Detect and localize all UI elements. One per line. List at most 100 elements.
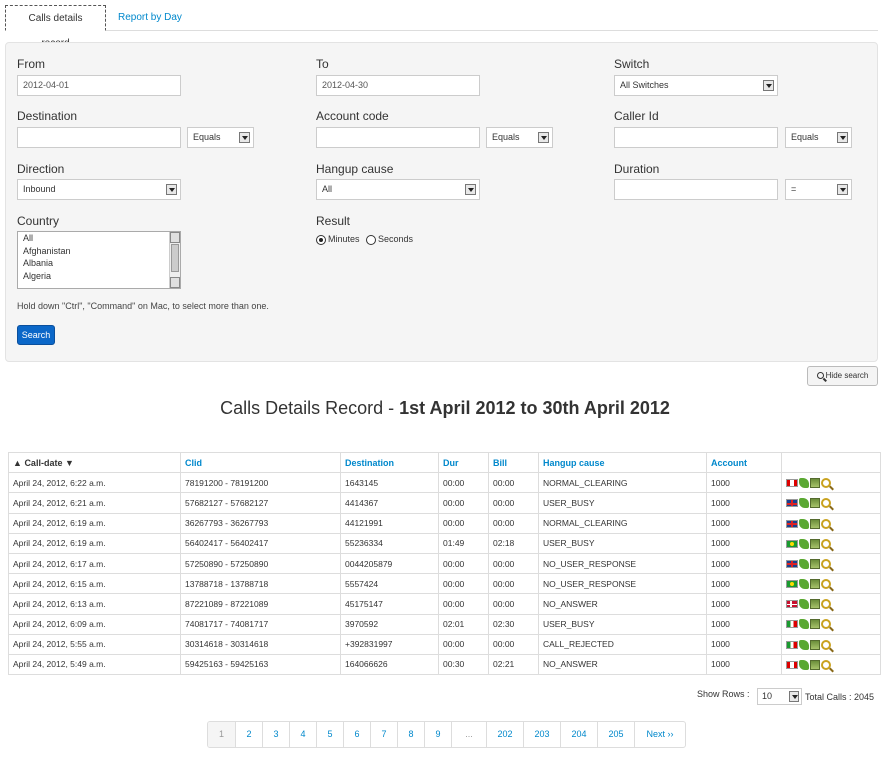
cell-account: 1000 bbox=[706, 633, 782, 655]
account-code-operator-value: Equals bbox=[492, 132, 520, 142]
cell-bill: 00:00 bbox=[488, 512, 539, 534]
result-minutes-radio[interactable]: Minutes bbox=[316, 234, 360, 245]
phone-icon[interactable] bbox=[799, 639, 809, 650]
col-dur[interactable]: Dur bbox=[438, 451, 489, 474]
account-code-operator-select[interactable]: Equals bbox=[486, 127, 553, 148]
to-date-input[interactable]: 2012-04-30 bbox=[316, 75, 480, 96]
country-flag-icon bbox=[786, 479, 798, 488]
from-date-input[interactable]: 2012-04-01 bbox=[17, 75, 181, 96]
billing-icon[interactable] bbox=[810, 659, 820, 670]
show-rows-select[interactable]: 10 bbox=[757, 688, 802, 705]
cell-bill: 02:30 bbox=[488, 613, 539, 635]
cell-bill: 00:00 bbox=[488, 552, 539, 575]
col-account[interactable]: Account bbox=[706, 451, 782, 474]
scroll-thumb[interactable] bbox=[171, 244, 179, 272]
phone-icon[interactable] bbox=[799, 518, 809, 529]
col-call-date[interactable]: ▲ Call-date ▼ bbox=[8, 451, 181, 474]
billing-icon[interactable] bbox=[810, 518, 820, 529]
destination-input[interactable] bbox=[17, 127, 181, 148]
magnifier-icon[interactable] bbox=[821, 659, 831, 670]
billing-icon[interactable] bbox=[810, 599, 820, 610]
table-row: April 24, 2012, 6:17 a.m. 57250890 - 5725… bbox=[8, 552, 881, 575]
country-option[interactable]: Afghanistan bbox=[18, 245, 180, 258]
cell-hangup-cause: NO_ANSWER bbox=[538, 653, 707, 676]
destination-operator-select[interactable]: Equals bbox=[187, 127, 254, 148]
magnifier-icon[interactable] bbox=[821, 478, 831, 489]
pagination-page[interactable]: 205 bbox=[597, 722, 634, 747]
billing-icon[interactable] bbox=[810, 619, 820, 630]
phone-icon[interactable] bbox=[799, 619, 809, 630]
magnifier-icon[interactable] bbox=[821, 579, 831, 590]
cell-clid: 30314618 - 30314618 bbox=[180, 633, 341, 655]
duration-operator-select[interactable]: = bbox=[785, 179, 852, 200]
pagination-page[interactable]: 3 bbox=[262, 722, 289, 747]
cell-call-date: April 24, 2012, 6:13 a.m. bbox=[8, 593, 181, 615]
scroll-up-arrow[interactable] bbox=[170, 232, 180, 243]
col-clid[interactable]: Clid bbox=[180, 451, 341, 474]
tab-report-by-day[interactable]: Report by Day bbox=[109, 5, 191, 31]
radio-checked-icon bbox=[316, 234, 326, 245]
magnifier-icon[interactable] bbox=[821, 498, 831, 509]
cell-account: 1000 bbox=[706, 552, 782, 575]
pagination-page[interactable]: 8 bbox=[397, 722, 424, 747]
phone-icon[interactable] bbox=[799, 478, 809, 489]
caller-id-input[interactable] bbox=[614, 127, 778, 148]
hangup-cause-select[interactable]: All bbox=[316, 179, 480, 200]
caller-id-operator-select[interactable]: Equals bbox=[785, 127, 852, 148]
country-option[interactable]: All bbox=[18, 232, 180, 245]
scroll-down-arrow[interactable] bbox=[170, 277, 180, 288]
pagination-page[interactable]: 204 bbox=[560, 722, 597, 747]
magnifier-icon[interactable] bbox=[821, 538, 831, 549]
tab-calls-details-record[interactable]: Calls details record bbox=[5, 5, 106, 49]
col-destination[interactable]: Destination bbox=[340, 451, 439, 474]
phone-icon[interactable] bbox=[799, 599, 809, 610]
phone-icon[interactable] bbox=[799, 498, 809, 509]
search-button[interactable]: Search bbox=[17, 325, 55, 345]
cell-actions bbox=[781, 552, 881, 575]
phone-icon[interactable] bbox=[799, 558, 809, 569]
pagination-page[interactable]: 9 bbox=[424, 722, 451, 747]
country-scrollbar[interactable] bbox=[169, 232, 180, 288]
show-rows-label: Show Rows : bbox=[697, 689, 750, 699]
magnifier-icon[interactable] bbox=[821, 639, 831, 650]
switch-select[interactable]: All Switches bbox=[614, 75, 778, 96]
billing-icon[interactable] bbox=[810, 498, 820, 509]
cell-destination: +392831997 bbox=[340, 633, 439, 655]
magnifier-icon[interactable] bbox=[821, 619, 831, 630]
col-hangup-cause[interactable]: Hangup cause bbox=[538, 451, 707, 474]
billing-icon[interactable] bbox=[810, 579, 820, 590]
sort-up-icon: ▲ bbox=[13, 457, 22, 468]
result-seconds-radio[interactable]: Seconds bbox=[366, 234, 413, 245]
phone-icon[interactable] bbox=[799, 659, 809, 670]
pagination-page[interactable]: 4 bbox=[289, 722, 316, 747]
magnifier-icon[interactable] bbox=[821, 558, 831, 569]
pagination-page[interactable]: 5 bbox=[316, 722, 343, 747]
pagination-page[interactable]: 1 bbox=[208, 722, 235, 747]
cell-call-date: April 24, 2012, 6:19 a.m. bbox=[8, 512, 181, 534]
pagination-page[interactable]: 6 bbox=[343, 722, 370, 747]
pagination-page[interactable]: 203 bbox=[523, 722, 560, 747]
magnifier-icon[interactable] bbox=[821, 518, 831, 529]
billing-icon[interactable] bbox=[810, 558, 820, 569]
pagination-page[interactable]: 7 bbox=[370, 722, 397, 747]
country-option[interactable]: Albania bbox=[18, 257, 180, 270]
country-option[interactable]: Algeria bbox=[18, 270, 180, 283]
col-bill[interactable]: Bill bbox=[488, 451, 539, 474]
pagination-next[interactable]: Next ›› bbox=[634, 722, 685, 747]
duration-operator-value: = bbox=[791, 184, 797, 194]
cell-destination: 1643145 bbox=[340, 472, 439, 494]
account-code-input[interactable] bbox=[316, 127, 480, 148]
pagination-page[interactable]: 202 bbox=[486, 722, 523, 747]
direction-select[interactable]: Inbound bbox=[17, 179, 181, 200]
billing-icon[interactable] bbox=[810, 639, 820, 650]
hide-search-button[interactable]: Hide search bbox=[807, 366, 878, 386]
duration-input[interactable] bbox=[614, 179, 778, 200]
billing-icon[interactable] bbox=[810, 538, 820, 549]
phone-icon[interactable] bbox=[799, 579, 809, 590]
country-listbox[interactable]: All Afghanistan Albania Algeria bbox=[17, 231, 181, 289]
magnifier-icon[interactable] bbox=[821, 599, 831, 610]
billing-icon[interactable] bbox=[810, 478, 820, 489]
pagination-page[interactable]: 2 bbox=[235, 722, 262, 747]
chevron-down-icon bbox=[239, 132, 250, 143]
phone-icon[interactable] bbox=[799, 538, 809, 549]
